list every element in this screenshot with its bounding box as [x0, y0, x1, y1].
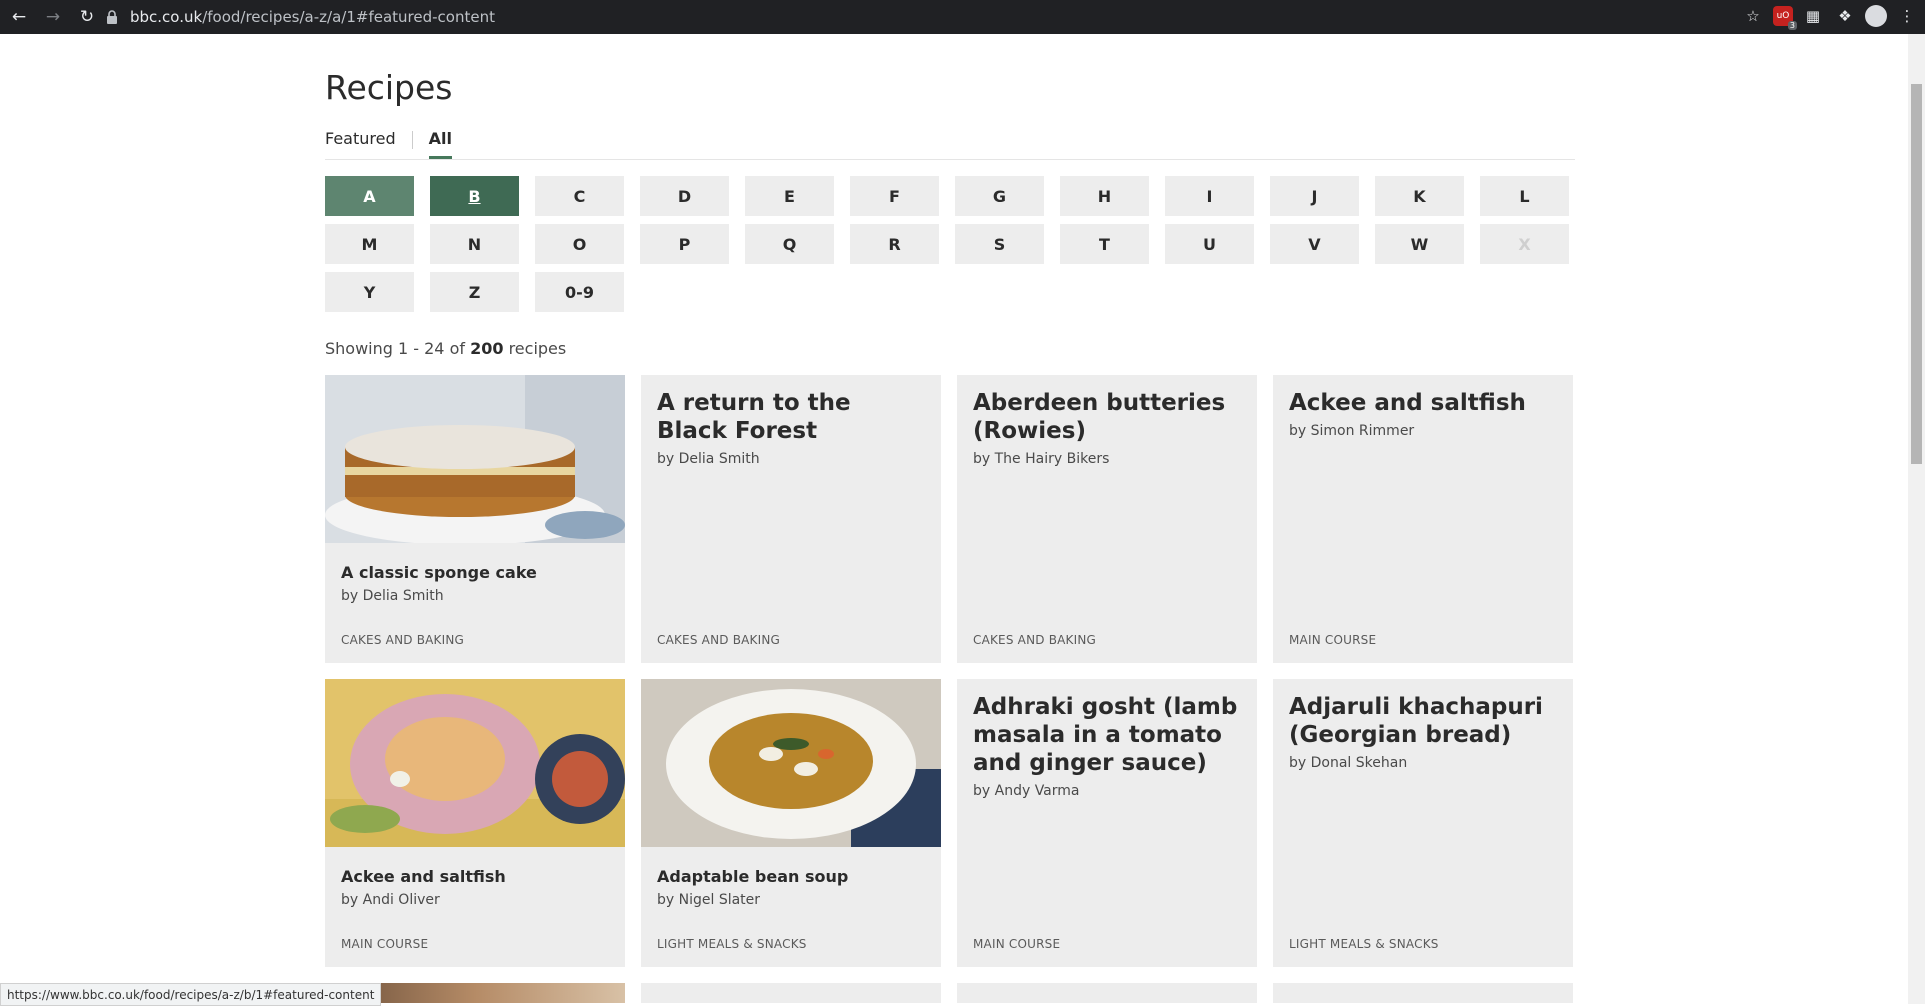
letter-k[interactable]: K — [1375, 176, 1464, 216]
results-prefix: Showing 1 - 24 of — [325, 339, 471, 358]
ackee-saltfish-image — [325, 679, 625, 847]
browser-toolbar: ← → ↻ bbc.co.uk/food/recipes/a-z/a/1#fea… — [0, 0, 1925, 34]
letter-a[interactable]: A — [325, 176, 414, 216]
puzzle-extensions-icon[interactable]: ❖ — [1833, 4, 1857, 28]
tab-divider — [411, 131, 413, 149]
letter-m[interactable]: M — [325, 224, 414, 264]
extension-badge-count: 3 — [1787, 21, 1797, 30]
recipe-author: by Donal Skehan — [1289, 755, 1408, 771]
tab-all[interactable]: All — [428, 129, 452, 159]
letter-0-9[interactable]: 0-9 — [535, 272, 624, 312]
address-bar[interactable]: bbc.co.uk/food/recipes/a-z/a/1#featured-… — [104, 3, 1754, 31]
recipe-card[interactable]: A return to the Black Forest by Delia Sm… — [641, 375, 941, 663]
main-content: Recipes Featured All A B C D E F G H I J… — [325, 34, 1575, 1003]
ublock-extension-icon[interactable]: uO 3 — [1773, 6, 1797, 30]
letter-c[interactable]: C — [535, 176, 624, 216]
recipe-tabs: Featured All — [325, 129, 1575, 160]
letter-y[interactable]: Y — [325, 272, 414, 312]
recipe-category: MAIN COURSE — [341, 937, 429, 951]
letter-j[interactable]: J — [1270, 176, 1359, 216]
reload-icon[interactable]: ↻ — [72, 2, 102, 32]
recipe-category: LIGHT MEALS & SNACKS — [1289, 937, 1439, 951]
recipe-category: MAIN COURSE — [973, 937, 1061, 951]
recipe-category: LIGHT MEALS & SNACKS — [657, 937, 807, 951]
letter-t[interactable]: T — [1060, 224, 1149, 264]
recipe-category: CAKES AND BAKING — [341, 633, 465, 647]
recipe-card[interactable]: Ackee and saltfish by Simon Rimmer MAIN … — [1273, 375, 1573, 663]
letter-v[interactable]: V — [1270, 224, 1359, 264]
letter-n[interactable]: N — [430, 224, 519, 264]
letter-s[interactable]: S — [955, 224, 1044, 264]
recipe-card[interactable]: Adaptable bean soup by Nigel Slater LIGH… — [641, 679, 941, 967]
letter-z[interactable]: Z — [430, 272, 519, 312]
recipe-author: by Delia Smith — [657, 451, 760, 467]
sponge-cake-image — [325, 375, 625, 545]
bookmark-star-icon[interactable]: ☆ — [1741, 4, 1765, 28]
recipe-card-partial[interactable] — [641, 983, 941, 1003]
recipe-card[interactable]: Ackee and saltfish by Andi Oliver MAIN C… — [325, 679, 625, 967]
recipe-author: by Andi Oliver — [341, 892, 440, 908]
letter-f[interactable]: F — [850, 176, 939, 216]
letter-w[interactable]: W — [1375, 224, 1464, 264]
lock-icon — [107, 10, 117, 24]
page-scrollbar[interactable] — [1908, 34, 1925, 1004]
recipe-grid: A classic sponge cake by Delia Smith CAK… — [325, 375, 1575, 967]
recipe-title[interactable]: Ackee and saltfish — [1289, 389, 1557, 417]
recipe-card-partial[interactable] — [1273, 983, 1573, 1003]
letter-q[interactable]: Q — [745, 224, 834, 264]
letter-u[interactable]: U — [1165, 224, 1254, 264]
recipe-title[interactable]: Ackee and saltfish — [341, 867, 609, 886]
letter-h[interactable]: H — [1060, 176, 1149, 216]
letter-p[interactable]: P — [640, 224, 729, 264]
recipe-title[interactable]: Adaptable bean soup — [657, 867, 925, 886]
recipe-author: by The Hairy Bikers — [973, 451, 1110, 467]
letter-l[interactable]: L — [1480, 176, 1569, 216]
extension-icon[interactable]: ▦ — [1801, 4, 1825, 28]
recipe-author: by Nigel Slater — [657, 892, 761, 908]
results-suffix: recipes — [503, 339, 567, 358]
recipe-card[interactable]: Aberdeen butteries (Rowies) by The Hairy… — [957, 375, 1257, 663]
letter-d[interactable]: D — [640, 176, 729, 216]
recipe-title[interactable]: A return to the Black Forest — [657, 389, 925, 445]
forward-icon[interactable]: → — [38, 2, 68, 32]
profile-avatar[interactable] — [1865, 5, 1887, 27]
letter-o[interactable]: O — [535, 224, 624, 264]
results-count: Showing 1 - 24 of 200 recipes — [325, 339, 1575, 358]
recipe-category: MAIN COURSE — [1289, 633, 1377, 647]
scrollbar-thumb[interactable] — [1911, 84, 1922, 464]
url-host: bbc.co.uk — [130, 8, 203, 26]
back-icon[interactable]: ← — [4, 2, 34, 32]
tab-featured[interactable]: Featured — [325, 129, 396, 156]
link-status-bar: https://www.bbc.co.uk/food/recipes/a-z/b… — [0, 983, 382, 1006]
recipe-author: by Andy Varma — [973, 783, 1080, 799]
next-recipe-row — [325, 983, 1575, 1003]
letter-e[interactable]: E — [745, 176, 834, 216]
recipe-category: CAKES AND BAKING — [973, 633, 1097, 647]
letter-navigation: A B C D E F G H I J K L M N O P Q R S T … — [325, 176, 1575, 312]
page-title: Recipes — [325, 68, 453, 107]
recipe-author: by Simon Rimmer — [1289, 423, 1415, 439]
url-path: /food/recipes/a-z/a/1#featured-content — [202, 8, 495, 26]
recipe-title[interactable]: Adhraki gosht (lamb masala in a tomato a… — [973, 693, 1241, 777]
recipe-title[interactable]: A classic sponge cake — [341, 563, 609, 582]
menu-kebab-icon[interactable]: ⋮ — [1895, 4, 1919, 28]
recipe-card[interactable]: Adjaruli khachapuri (Georgian bread) by … — [1273, 679, 1573, 967]
recipe-card[interactable]: Adhraki gosht (lamb masala in a tomato a… — [957, 679, 1257, 967]
recipe-title[interactable]: Adjaruli khachapuri (Georgian bread) — [1289, 693, 1557, 749]
recipe-card[interactable]: A classic sponge cake by Delia Smith CAK… — [325, 375, 625, 663]
recipe-author: by Delia Smith — [341, 588, 444, 604]
letter-b[interactable]: B — [430, 176, 519, 216]
results-total: 200 — [470, 339, 504, 358]
letter-g[interactable]: G — [955, 176, 1044, 216]
letter-x: X — [1480, 224, 1569, 264]
recipe-title[interactable]: Aberdeen butteries (Rowies) — [973, 389, 1241, 445]
recipe-category: CAKES AND BAKING — [657, 633, 781, 647]
letter-i[interactable]: I — [1165, 176, 1254, 216]
letter-r[interactable]: R — [850, 224, 939, 264]
bean-soup-image — [641, 679, 941, 847]
recipe-card-partial[interactable] — [957, 983, 1257, 1003]
